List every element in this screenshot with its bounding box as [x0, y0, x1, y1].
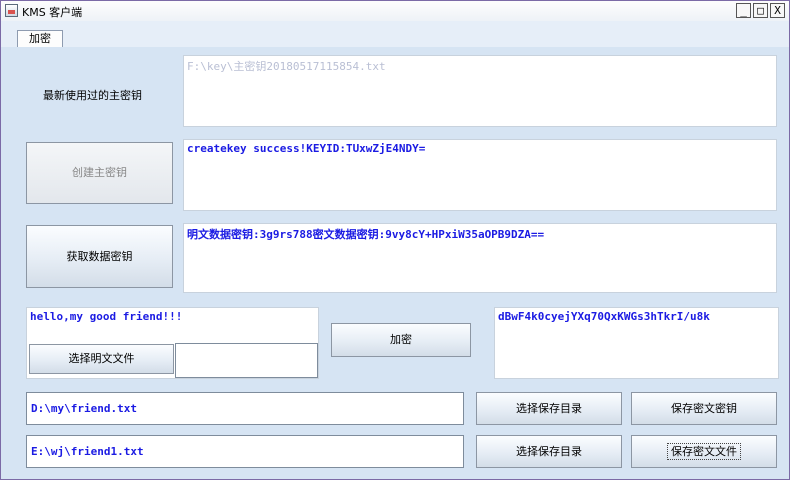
save-cipher-file-button[interactable]: 保存密文文件	[631, 435, 777, 468]
recent-master-key-label: 最新使用过的主密钥	[43, 89, 142, 102]
plain-file-field[interactable]	[175, 343, 318, 378]
app-window: KMS 客户端 _ □ X 加密 最新使用过的主密钥 F:\key\主密钥201…	[0, 0, 790, 480]
data-key-result-area[interactable]: 明文数据密钥:3g9rs788密文数据密钥:9vy8cY+HPxiW35aOPB…	[183, 223, 777, 293]
app-icon	[5, 4, 18, 17]
choose-plain-file-button[interactable]: 选择明文文件	[29, 344, 174, 374]
key-save-path-field[interactable]: D:\my\friend.txt	[26, 392, 464, 425]
tab-encrypt[interactable]: 加密	[17, 30, 63, 47]
ciphertext-area[interactable]: dBwF4k0cyejYXq70QxKWGs3hTkrI/u8k	[494, 307, 779, 379]
encrypt-button[interactable]: 加密	[331, 323, 471, 357]
create-master-key-button[interactable]: 创建主密钥	[26, 142, 173, 204]
save-cipher-file-label: 保存密文文件	[667, 443, 741, 460]
file-save-path-field[interactable]: E:\wj\friend1.txt	[26, 435, 464, 468]
tab-strip: 加密	[1, 21, 789, 47]
maximize-button[interactable]: □	[753, 3, 768, 18]
choose-save-dir-button[interactable]: 选择保存目录	[476, 392, 622, 425]
encrypt-panel: 最新使用过的主密钥 F:\key\主密钥20180517115854.txt 创…	[11, 47, 789, 479]
create-result-area[interactable]: createkey success!KEYID:TUxwZjE4NDY=	[183, 139, 777, 211]
choose-save-dir-button-2[interactable]: 选择保存目录	[476, 435, 622, 468]
recent-master-key-area[interactable]: F:\key\主密钥20180517115854.txt	[183, 55, 777, 127]
window-title: KMS 客户端	[22, 6, 83, 19]
close-button[interactable]: X	[770, 3, 785, 18]
get-data-key-button[interactable]: 获取数据密钥	[26, 225, 173, 288]
minimize-button[interactable]: _	[736, 3, 751, 18]
save-cipher-key-button[interactable]: 保存密文密钥	[631, 392, 777, 425]
title-bar[interactable]: KMS 客户端 _ □ X	[1, 1, 789, 22]
